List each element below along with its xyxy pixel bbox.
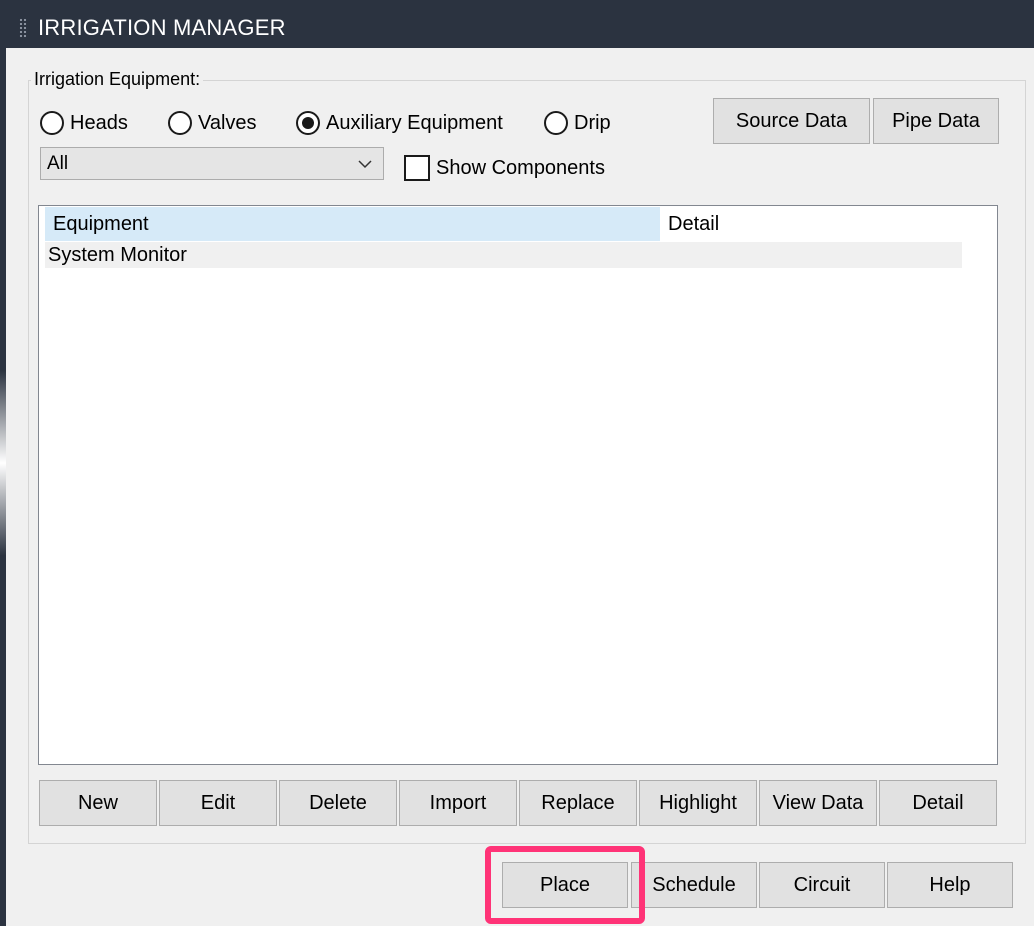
list-item-equipment: System Monitor: [48, 244, 187, 266]
source-data-button[interactable]: Source Data: [713, 98, 870, 144]
show-components-checkbox[interactable]: Show Components: [404, 155, 605, 181]
place-callout-highlight: [485, 846, 645, 924]
show-components-label: Show Components: [436, 156, 605, 179]
radio-auxiliary-equipment[interactable]: Auxiliary Equipment: [296, 108, 503, 138]
column-header-detail[interactable]: Detail: [660, 207, 959, 241]
radio-circle-drip[interactable]: [544, 111, 568, 135]
equipment-filter-value: All: [47, 153, 69, 174]
show-components-box[interactable]: [404, 155, 430, 181]
column-header-equipment[interactable]: Equipment: [45, 207, 660, 241]
view-data-button[interactable]: View Data: [759, 780, 877, 826]
new-button[interactable]: New: [39, 780, 157, 826]
pipe-data-button[interactable]: Pipe Data: [873, 98, 999, 144]
equipment-group-label: Irrigation Equipment:: [31, 69, 204, 90]
circuit-button[interactable]: Circuit: [759, 862, 885, 908]
list-item[interactable]: System Monitor: [45, 242, 962, 268]
replace-button[interactable]: Replace: [519, 780, 637, 826]
help-button[interactable]: Help: [887, 862, 1013, 908]
grip-icon[interactable]: [19, 18, 27, 38]
irrigation-manager-window: Irrigation Equipment: Heads Valves Auxil…: [6, 48, 1034, 926]
radio-heads-label: Heads: [70, 111, 128, 134]
import-button[interactable]: Import: [399, 780, 517, 826]
delete-button[interactable]: Delete: [279, 780, 397, 826]
equipment-list[interactable]: Equipment Detail System Monitor: [38, 205, 998, 765]
radio-drip[interactable]: Drip: [544, 108, 611, 138]
chevron-down-icon: [358, 160, 372, 169]
schedule-button[interactable]: Schedule: [631, 862, 757, 908]
highlight-button[interactable]: Highlight: [639, 780, 757, 826]
radio-valves-label: Valves: [198, 111, 257, 134]
radio-circle-heads[interactable]: [40, 111, 64, 135]
radio-heads[interactable]: Heads: [40, 108, 128, 138]
radio-circle-valves[interactable]: [168, 111, 192, 135]
equipment-filter-select[interactable]: All: [40, 147, 384, 180]
window-title: IRRIGATION MANAGER: [38, 15, 286, 40]
detail-button[interactable]: Detail: [879, 780, 997, 826]
radio-auxiliary-equipment-label: Auxiliary Equipment: [326, 111, 503, 134]
radio-valves[interactable]: Valves: [168, 108, 257, 138]
radio-drip-label: Drip: [574, 111, 611, 134]
radio-circle-auxiliary-equipment[interactable]: [296, 111, 320, 135]
edit-button[interactable]: Edit: [159, 780, 277, 826]
title-bar[interactable]: IRRIGATION MANAGER: [6, 0, 1034, 48]
